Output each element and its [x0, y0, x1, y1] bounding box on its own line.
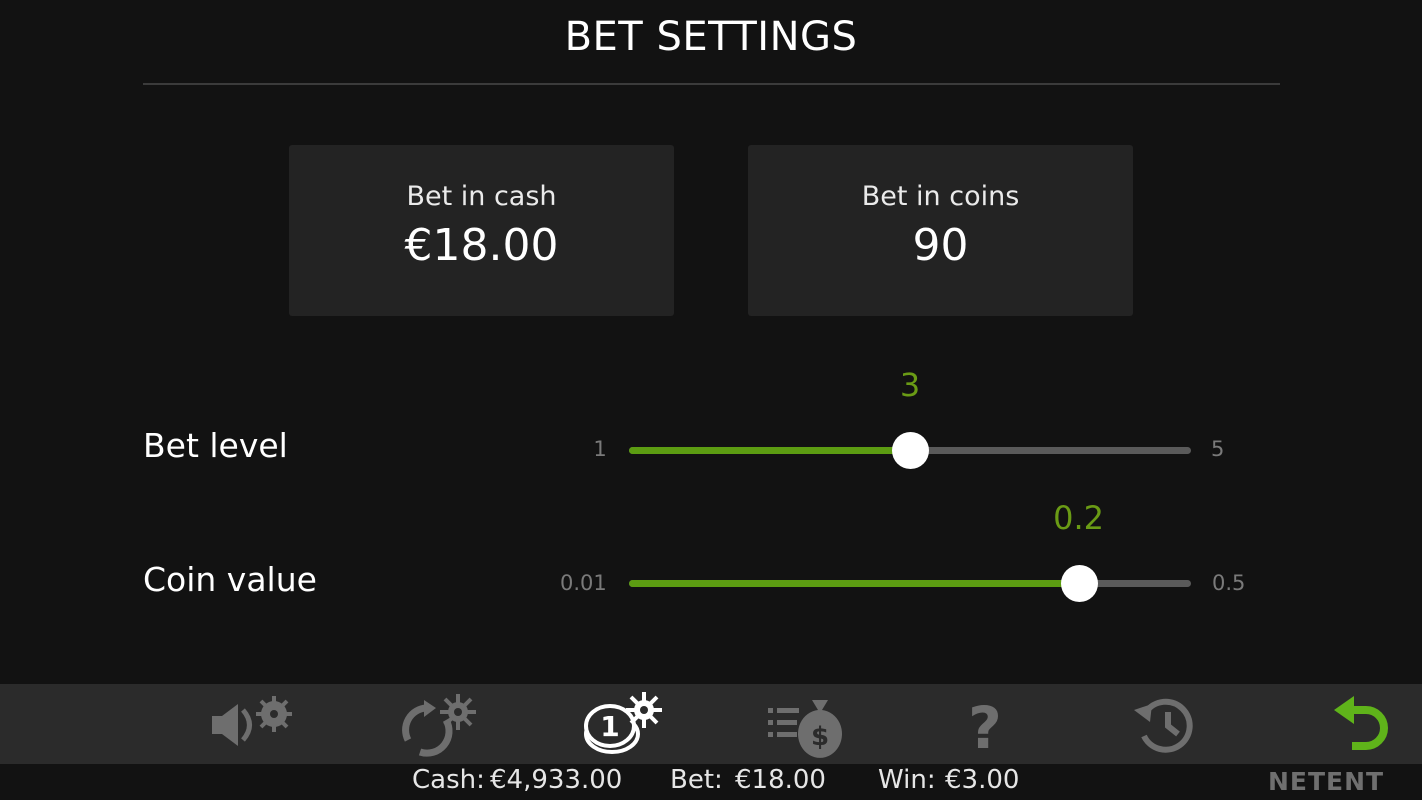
- coin-value-slider[interactable]: [629, 565, 1191, 602]
- title-divider: [143, 83, 1280, 85]
- bet-level-slider[interactable]: [629, 432, 1191, 469]
- page-title: BET SETTINGS: [564, 14, 858, 60]
- back-icon[interactable]: [1322, 690, 1412, 758]
- status-bar: Cash: €4,933.00 Bet: €18.00 Win: €3.00 N…: [0, 764, 1422, 800]
- bet-in-coins-card: Bet in coins 90: [748, 145, 1133, 316]
- bet-in-coins-label: Bet in coins: [861, 181, 1020, 212]
- svg-text:?: ?: [968, 694, 1002, 758]
- coin-value-min: 0.01: [560, 571, 607, 595]
- bet-level-label: Bet level: [143, 426, 288, 465]
- coin-value-label: Coin value: [143, 560, 317, 599]
- win-value: €3.00: [945, 765, 1020, 795]
- paytable-icon[interactable]: $: [762, 690, 852, 758]
- cash-value: €4,933.00: [490, 765, 623, 795]
- coin-value-slider-fill: [629, 580, 1079, 587]
- bottom-toolbar: 1 $ ?: [0, 684, 1422, 764]
- bet-level-slider-handle[interactable]: [892, 432, 929, 469]
- sound-settings-icon[interactable]: [206, 690, 296, 758]
- svg-text:1: 1: [600, 710, 619, 743]
- bet-in-cash-value: €18.00: [404, 220, 559, 271]
- bet-value: €18.00: [735, 765, 826, 795]
- bet-level-min: 1: [593, 437, 607, 461]
- coin-value-slider-handle[interactable]: [1060, 565, 1098, 602]
- bet-in-cash-label: Bet in cash: [406, 181, 557, 212]
- bet-level-max: 5: [1211, 437, 1225, 461]
- bet-label: Bet:: [670, 765, 723, 795]
- help-icon[interactable]: ?: [940, 690, 1030, 758]
- coin-value-max: 0.5: [1212, 571, 1246, 595]
- bet-level-slider-fill: [629, 447, 910, 454]
- autoplay-settings-icon[interactable]: [396, 690, 486, 758]
- cash-label: Cash:: [412, 765, 485, 795]
- history-icon[interactable]: [1124, 690, 1214, 758]
- win-label: Win:: [878, 765, 936, 795]
- bet-in-cash-card: Bet in cash €18.00: [289, 145, 674, 316]
- coin-value-current-value: 0.2: [1053, 499, 1105, 537]
- bet-in-coins-value: 90: [912, 220, 969, 271]
- bet-settings-icon[interactable]: 1: [580, 690, 670, 758]
- netent-logo: NETENT: [1268, 767, 1385, 796]
- svg-text:$: $: [811, 722, 829, 752]
- bet-level-current-value: 3: [899, 366, 921, 404]
